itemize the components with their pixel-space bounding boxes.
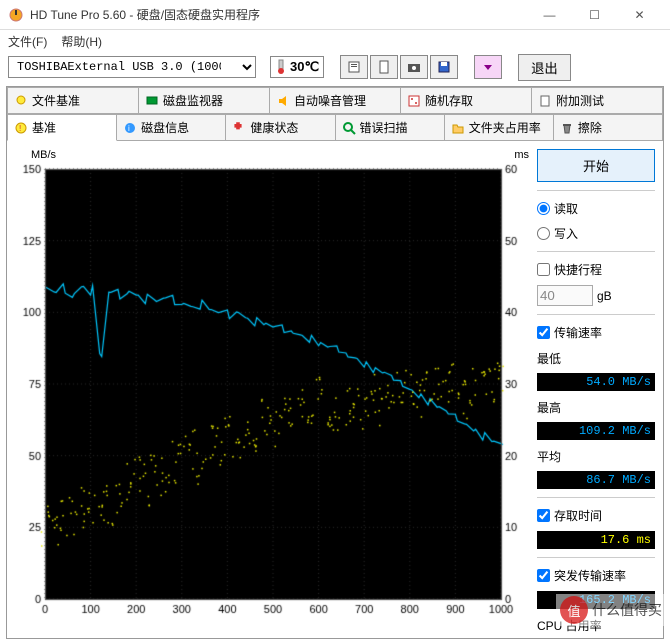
avg-value: 86.7 MB/s (537, 471, 655, 489)
screenshot-button[interactable] (400, 55, 428, 79)
y1-axis-label: MB/s (31, 149, 56, 161)
tab-erase[interactable]: 擦除 (554, 114, 663, 141)
arrow-down-icon (481, 60, 495, 74)
svg-text:!: ! (19, 124, 21, 133)
content-area: MB/s ms 开始 读取 写入 快捷行程 gB 传输速率 最低 54.0 MB… (7, 141, 663, 638)
trash-icon (560, 121, 574, 135)
camera-icon (407, 60, 421, 74)
svg-text:i: i (128, 124, 130, 133)
speaker-icon (276, 94, 290, 108)
tab-file-benchmark[interactable]: 文件基准 (7, 87, 139, 114)
watermark: 值 什么值得买 (556, 594, 666, 626)
start-button[interactable]: 开始 (537, 149, 655, 182)
menubar: 文件(F) 帮助(H) (0, 30, 670, 52)
tab-error-scan[interactable]: 错误扫描 (336, 114, 445, 141)
burst-check[interactable]: 突发传输速率 (537, 566, 655, 585)
tab-benchmark[interactable]: !基准 (7, 114, 117, 141)
floppy-icon (437, 60, 451, 74)
folder-icon (451, 121, 465, 135)
tab-health[interactable]: 健康状态 (226, 114, 335, 141)
tab-row-top: 文件基准 磁盘监视器 自动噪音管理 随机存取 附加测试 (7, 87, 663, 114)
copy-text-button[interactable] (370, 55, 398, 79)
health-icon (232, 121, 246, 135)
access-value: 17.6 ms (537, 531, 655, 549)
watermark-icon: 值 (560, 596, 588, 624)
options-button[interactable] (474, 55, 502, 79)
close-button[interactable]: ✕ (617, 0, 662, 29)
copy-info-button[interactable] (340, 55, 368, 79)
transfer-rate-check[interactable]: 传输速率 (537, 323, 655, 342)
tab-disk-monitor[interactable]: 磁盘监视器 (139, 87, 270, 114)
drive-select[interactable]: TOSHIBAExternal USB 3.0 (1000 gB) (8, 56, 256, 78)
tab-folder-usage[interactable]: 文件夹占用率 (445, 114, 554, 141)
dice-icon (407, 94, 421, 108)
toolbar: TOSHIBAExternal USB 3.0 (1000 gB) 30℃ 退出 (0, 52, 670, 86)
write-radio[interactable]: 写入 (537, 224, 655, 243)
max-label: 最高 (537, 399, 655, 416)
thermometer-icon (275, 59, 287, 75)
read-radio[interactable]: 读取 (537, 199, 655, 218)
tab-disk-info[interactable]: i磁盘信息 (117, 114, 226, 141)
y2-axis-label: ms (514, 149, 529, 161)
menu-file[interactable]: 文件(F) (8, 33, 47, 50)
side-panel: 开始 读取 写入 快捷行程 gB 传输速率 最低 54.0 MB/s 最高 10… (531, 149, 655, 634)
save-button[interactable] (430, 55, 458, 79)
menu-help[interactable]: 帮助(H) (61, 33, 102, 50)
info-icon: ! (14, 121, 28, 135)
short-stroke-value (537, 285, 593, 306)
window-title: HD Tune Pro 5.60 - 硬盘/固态硬盘实用程序 (30, 6, 527, 23)
titlebar: HD Tune Pro 5.60 - 硬盘/固态硬盘实用程序 — ☐ ✕ (0, 0, 670, 30)
min-label: 最低 (537, 350, 655, 367)
temperature-display: 30℃ (270, 56, 324, 78)
tab-aam[interactable]: 自动噪音管理 (270, 87, 401, 114)
maximize-button[interactable]: ☐ (572, 0, 617, 29)
tab-extra-tests[interactable]: 附加测试 (532, 87, 663, 114)
tab-random-access[interactable]: 随机存取 (401, 87, 532, 114)
tabs-container: 文件基准 磁盘监视器 自动噪音管理 随机存取 附加测试 !基准 i磁盘信息 健康… (6, 86, 664, 639)
info-blue-icon: i (123, 121, 137, 135)
app-icon (8, 7, 24, 23)
max-value: 109.2 MB/s (537, 422, 655, 440)
benchmark-chart (11, 163, 531, 623)
temperature-value: 30℃ (290, 59, 319, 75)
avg-label: 平均 (537, 448, 655, 465)
watermark-text: 什么值得买 (592, 600, 662, 620)
short-stroke-unit: gB (597, 289, 612, 303)
bulb-icon (14, 94, 28, 108)
doc-icon (377, 60, 391, 74)
clipboard-check-icon (538, 94, 552, 108)
short-stroke-check[interactable]: 快捷行程 (537, 260, 655, 279)
minimize-button[interactable]: — (527, 0, 572, 29)
exit-button[interactable]: 退出 (518, 54, 571, 81)
monitor-icon (145, 94, 159, 108)
chart-area: MB/s ms (11, 149, 531, 627)
clipboard-icon (347, 60, 361, 74)
tab-row-bottom: !基准 i磁盘信息 健康状态 错误扫描 文件夹占用率 擦除 (7, 114, 663, 141)
access-time-check[interactable]: 存取时间 (537, 506, 655, 525)
magnify-icon (342, 121, 356, 135)
min-value: 54.0 MB/s (537, 373, 655, 391)
